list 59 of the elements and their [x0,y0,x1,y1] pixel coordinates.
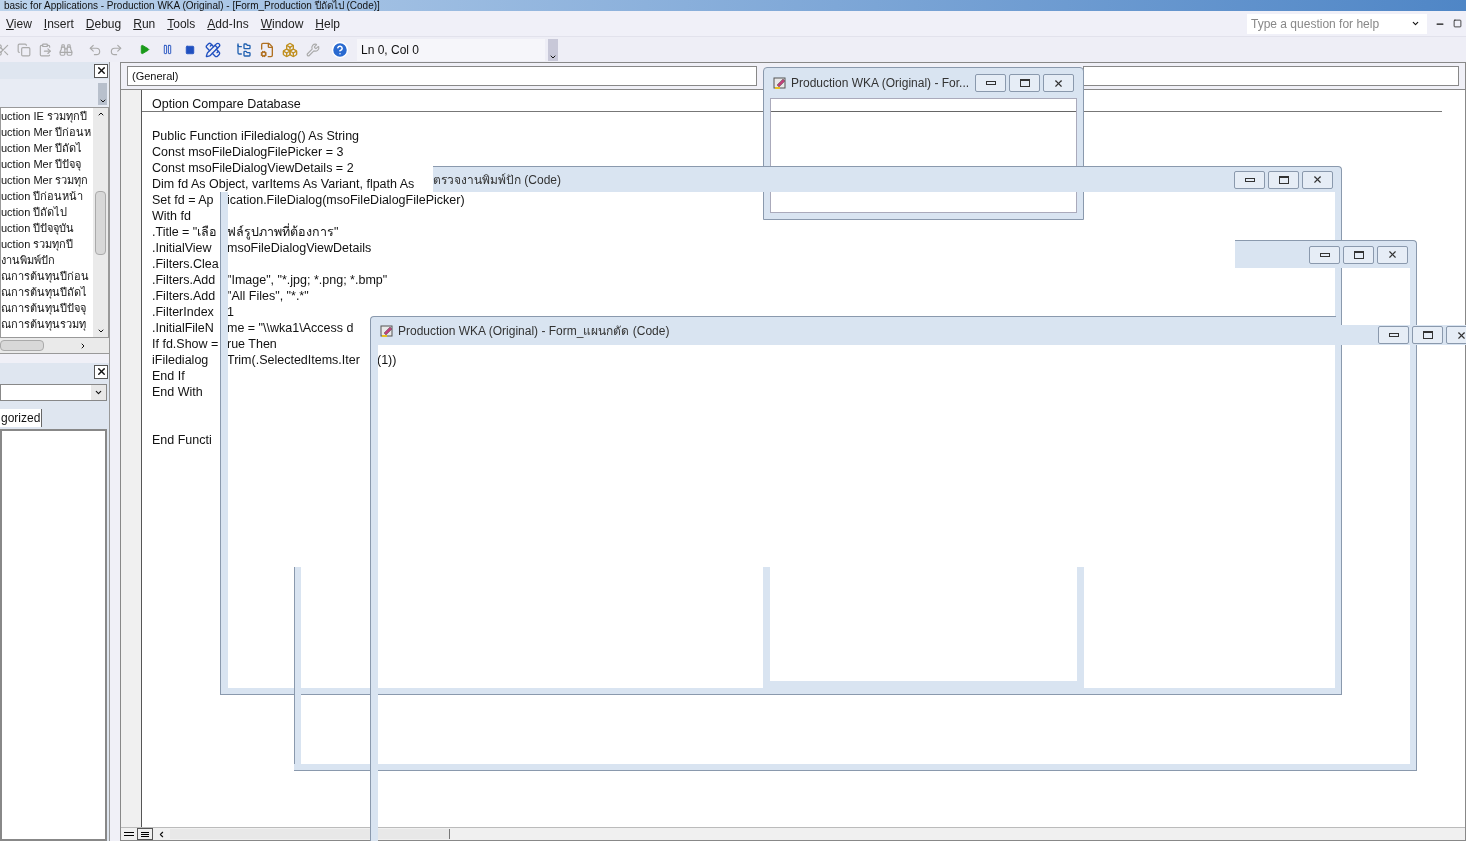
project-tree-item[interactable]: uction Mer ปีปัจจุ [1,156,93,172]
code-text: End With [152,384,203,400]
menu-item[interactable]: Help [309,13,346,34]
code-text: 1 [227,304,234,320]
project-tree-item[interactable]: uction Mer ปีถัดไ [1,140,93,156]
menu-item[interactable]: Tools [161,13,202,34]
code-text: Const msoFileDialogFilePicker = 3 [152,144,344,160]
menu-item[interactable]: Debug [79,13,128,34]
code-text: .Title = "เลือ [152,224,218,240]
code-text: "All Files", "*.*" [227,288,309,304]
window-title: ตรวจงานพิมพ์ปัก (Code) [433,171,562,189]
project-tree-item[interactable]: uction รวมทุกปี [1,236,93,252]
project-tree-item[interactable]: uction IE รวมทุกปี [1,108,93,124]
code-text: ication.FileDialog(msoFileDialogFilePicker) [227,192,465,208]
project-tree-item[interactable]: ณการต้นทุนปีปัจจุ [1,300,93,316]
object-combo[interactable]: (General) [127,66,757,86]
project-tree-item[interactable]: ณการต้นทุนปีก่อน [1,268,93,284]
project-tree-item[interactable]: ณการต้นทุนปีถัดไ [1,284,93,300]
project-tree-item[interactable]: uction ปีก่อนหน้า [1,188,93,204]
code-text: Dim fd As Object, varItems As Variant, flpath As [152,176,415,192]
cursor-position: Ln 0, Col 0 [361,41,420,59]
code-text: rue Then [227,336,277,352]
code-text: me = "\\wka1\Access d [227,320,354,336]
code-text: .InitialFileN [152,320,214,336]
window-title: basic for Applications - Production WKA (Original) - [Form_Production ปีถัดไป (Code)] [3,0,380,11]
code-text: Const msoFileDialogViewDetails = 2 [152,160,354,176]
menu-item[interactable]: Insert [37,13,80,34]
project-tree-item[interactable]: ณการต้นทุนรวมทุ [1,316,93,332]
properties-tab[interactable]: gorized [0,409,43,427]
menu-item[interactable]: Add-Ins [201,13,255,34]
code-text: End If [152,368,185,384]
code-text: .Filters.Clea [152,256,219,272]
project-tree-item[interactable]: uction ปีถัดไป [1,204,93,220]
project-tree-item[interactable]: งานพิมพ์ปัก [1,252,93,268]
menu-item[interactable]: Window [254,13,310,34]
code-text: .Filters.Add [152,288,216,304]
code-text: Option Compare Database [152,96,301,112]
menu-item[interactable]: View [0,13,38,34]
code-text: "Image", "*.jpg; *.png; *.bmp" [227,272,388,288]
code-text: ฟล์รูปภาพที่ต้องการ" [227,224,339,240]
code-text: .Filters.Add [152,272,216,288]
window-title: Production WKA (Original) - For... [791,75,971,92]
code-text: msoFileDialogViewDetails [227,240,372,256]
code-text: .FilterIndex [152,304,214,320]
code-text: .InitialView [152,240,212,256]
code-text: If fd.Show = [152,336,219,352]
project-tree-item[interactable]: uction Mer รวมทุก [1,172,93,188]
code-text: iFiledialog [152,352,209,368]
help-search-field[interactable]: Type a question for help [1247,13,1427,34]
code-text: (1)) [377,352,397,368]
project-tree-item[interactable]: uction ปีปัจจุบัน [1,220,93,236]
code-text: End Functi [152,432,212,448]
window-title: Production WKA (Original) - Form_แผนกตัด (Code) [398,323,670,340]
code-text: Trim(.SelectedItems.Iter [227,352,360,368]
code-text: Set fd = Ap [152,192,214,208]
code-text: With fd [152,208,191,224]
menu-item[interactable]: Run [127,13,162,34]
project-tree-item[interactable]: uction Mer ปีก่อนห [1,124,93,140]
code-text: Public Function iFiledialog() As String [152,128,360,144]
